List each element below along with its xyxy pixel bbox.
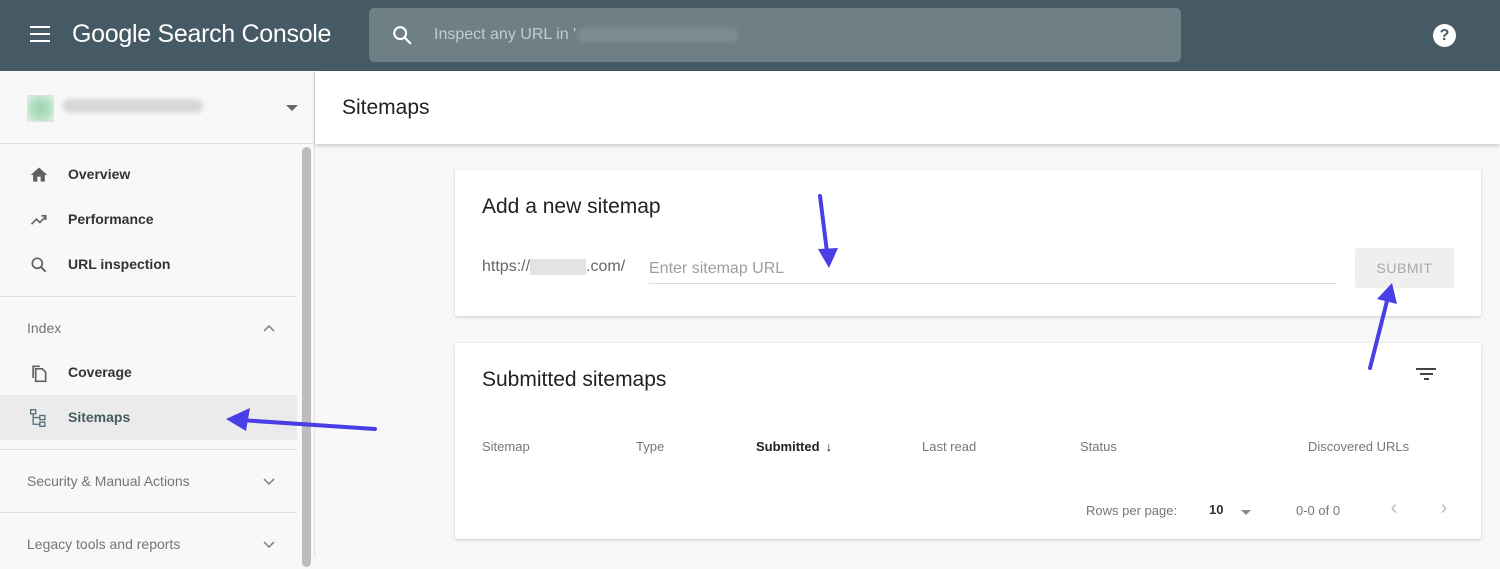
- url-inspect-search-box[interactable]: Inspect any URL in ': [369, 8, 1181, 62]
- add-sitemap-card: Add a new sitemap https:// .com/ SUBMIT: [455, 170, 1481, 316]
- sidebar-item-label: URL inspection: [68, 256, 171, 272]
- top-app-bar: Google Search Console Inspect any URL in…: [0, 0, 1500, 71]
- sidebar-section-index[interactable]: Index: [0, 303, 297, 353]
- chevron-down-icon: [263, 478, 275, 486]
- sidebar-item-label: Sitemaps: [68, 409, 131, 425]
- card-title: Add a new sitemap: [482, 195, 661, 218]
- property-favicon: [27, 95, 54, 122]
- help-icon[interactable]: ?: [1433, 24, 1456, 47]
- column-header-discovered-urls[interactable]: Discovered URLs: [1308, 439, 1409, 454]
- url-prefix-scheme: https://: [482, 258, 531, 275]
- pagination-range: 0-0 of 0: [1296, 503, 1341, 518]
- sidebar-scrollbar[interactable]: [302, 147, 311, 567]
- app-title-google: Google: [72, 20, 151, 48]
- sort-descending-icon: ↓: [825, 439, 833, 454]
- sidebar: Overview Performance URL inspection Inde…: [0, 71, 315, 567]
- column-header-type[interactable]: Type: [636, 439, 664, 454]
- submit-button[interactable]: SUBMIT: [1355, 248, 1454, 288]
- sidebar-item-label: Coverage: [68, 364, 132, 380]
- sidebar-item-performance[interactable]: Performance: [0, 197, 297, 242]
- divider: [0, 296, 297, 297]
- sidebar-item-coverage[interactable]: Coverage: [0, 350, 297, 395]
- app-title-product: Search Console: [157, 20, 332, 48]
- section-label: Security & Manual Actions: [27, 473, 190, 489]
- section-label: Legacy tools and reports: [27, 536, 181, 552]
- column-header-label: Submitted: [756, 439, 820, 454]
- rows-per-page-value: 10: [1209, 502, 1224, 517]
- dropdown-caret-icon: [286, 105, 298, 111]
- sidebar-item-overview[interactable]: Overview: [0, 152, 297, 197]
- hamburger-icon[interactable]: [30, 26, 50, 42]
- sidebar-item-sitemaps[interactable]: Sitemaps: [0, 395, 297, 440]
- redacted-domain: [530, 258, 587, 275]
- url-prefix: https:// .com/: [482, 258, 625, 276]
- search-placeholder: Inspect any URL in ': [434, 26, 739, 44]
- property-selector[interactable]: [0, 71, 314, 144]
- redacted-domain: [578, 27, 739, 42]
- home-icon: [30, 167, 48, 182]
- section-label: Index: [27, 320, 62, 336]
- app-title[interactable]: Google Search Console: [72, 20, 331, 49]
- column-header-last-read[interactable]: Last read: [922, 439, 976, 454]
- submitted-sitemaps-card: Submitted sitemaps Sitemap Type Submitte…: [455, 343, 1481, 539]
- page-title: Sitemaps: [342, 96, 430, 119]
- sidebar-item-label: Overview: [68, 166, 131, 182]
- sidebar-item-label: Performance: [68, 211, 154, 227]
- trending-up-icon: [30, 215, 47, 225]
- copy-pages-icon: [32, 365, 47, 383]
- divider: [0, 449, 297, 450]
- column-header-sitemap[interactable]: Sitemap: [482, 439, 530, 454]
- sitemap-url-input[interactable]: [649, 254, 1337, 284]
- chevron-up-icon: [263, 324, 275, 332]
- search-icon: [393, 26, 412, 45]
- page-header: Sitemaps: [315, 71, 1500, 144]
- sidebar-section-security[interactable]: Security & Manual Actions: [0, 456, 297, 506]
- search-icon: [31, 257, 47, 273]
- filter-icon[interactable]: [1415, 368, 1437, 384]
- column-header-status[interactable]: Status: [1080, 439, 1117, 454]
- column-header-submitted[interactable]: Submitted ↓: [756, 439, 832, 454]
- sidebar-section-legacy-tools[interactable]: Legacy tools and reports: [0, 519, 297, 569]
- previous-page-button[interactable]: ‹: [1384, 497, 1404, 521]
- dropdown-caret-icon: [1241, 510, 1251, 515]
- divider: [0, 512, 297, 513]
- search-placeholder-text: Inspect any URL in ': [434, 26, 577, 43]
- url-prefix-tld: .com/: [586, 258, 626, 275]
- sidebar-item-url-inspection[interactable]: URL inspection: [0, 242, 297, 287]
- next-page-button[interactable]: ›: [1434, 497, 1454, 521]
- property-name-redacted: [63, 99, 203, 113]
- chevron-down-icon: [263, 541, 275, 549]
- rows-per-page-select[interactable]: 10: [1209, 500, 1255, 522]
- card-title: Submitted sitemaps: [482, 368, 667, 391]
- rows-per-page-label: Rows per page:: [1086, 503, 1178, 518]
- sitemap-tree-icon: [29, 409, 46, 427]
